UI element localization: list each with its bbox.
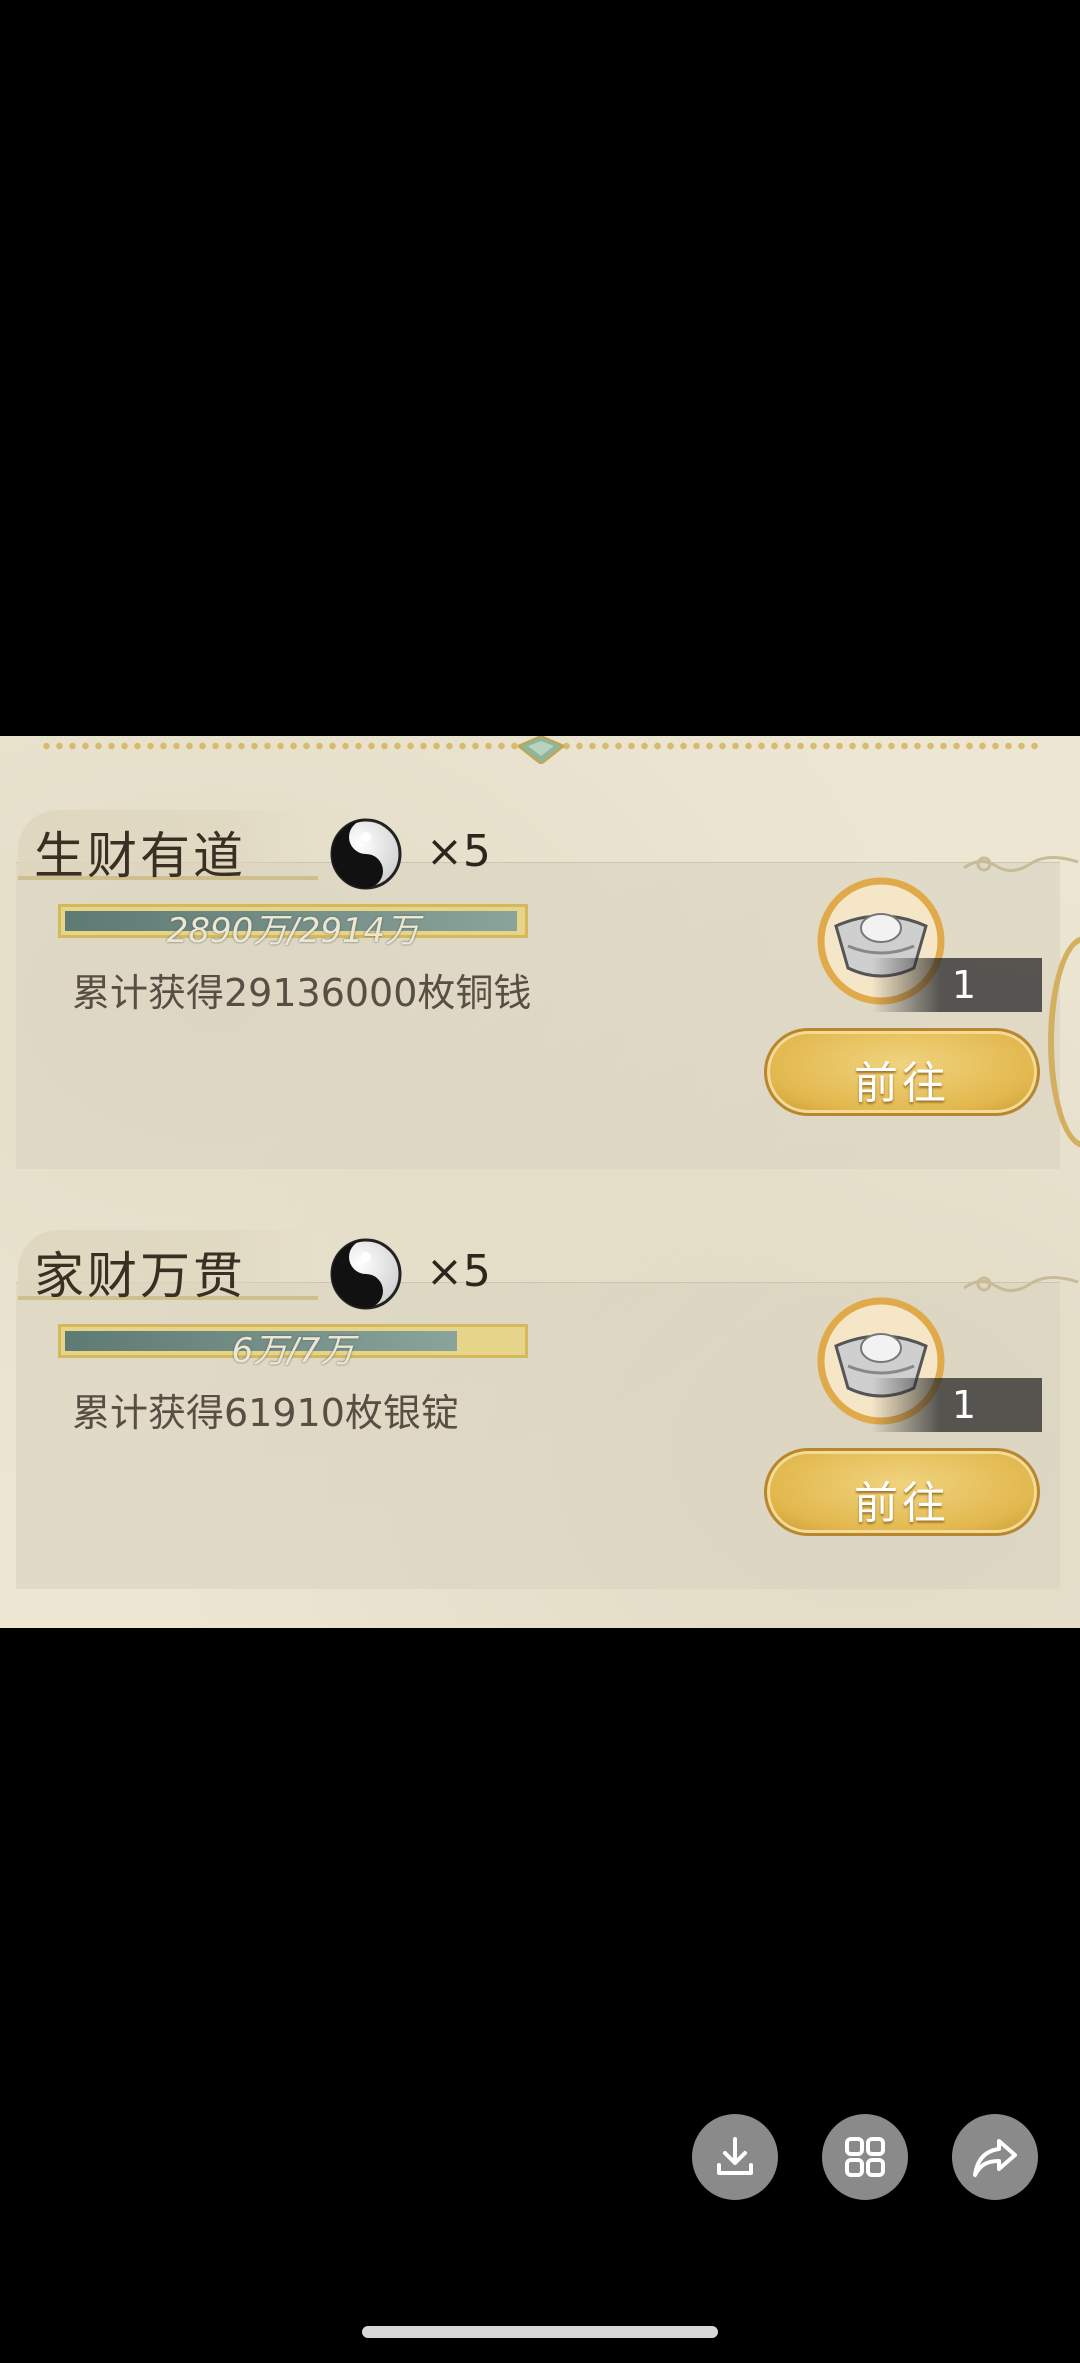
download-button[interactable] (692, 2114, 778, 2200)
grid-button[interactable] (822, 2114, 908, 2200)
task-card-1: 生财有道 ×5 2890万/2914万 累计获得29136000枚铜钱 1 前往 (0, 796, 1080, 1216)
reward-count: 1 (951, 963, 976, 1007)
go-button-label: 前往 (854, 1478, 950, 1529)
reward-count: 1 (951, 1383, 976, 1427)
reward-multiplier: ×5 (426, 826, 491, 877)
progress-text: 2890万/2914万 (166, 911, 420, 951)
grid-icon (845, 2137, 885, 2177)
task-panel: 生财有道 ×5 2890万/2914万 累计获得29136000枚铜钱 1 前往… (0, 736, 1080, 1628)
yin-yang-orb-icon (330, 1238, 402, 1310)
title-banner: 生财有道 (18, 810, 318, 885)
task-description: 累计获得29136000枚铜钱 (72, 971, 532, 1015)
cloud-swirl-decoration (963, 856, 1079, 872)
download-icon (717, 2137, 753, 2175)
task-description: 累计获得61910枚银锭 (72, 1391, 459, 1435)
title-banner: 家财万贯 (18, 1230, 318, 1305)
share-button[interactable] (952, 2114, 1038, 2200)
home-indicator[interactable] (362, 2326, 718, 2338)
share-icon (973, 2139, 1017, 2177)
go-button-label: 前往 (854, 1058, 950, 1109)
cloud-swirl-decoration (963, 1276, 1079, 1292)
task-title: 生财有道 (34, 827, 246, 885)
screen: 生财有道 ×5 2890万/2914万 累计获得29136000枚铜钱 1 前往… (0, 0, 1080, 2363)
reward-count-badge: 1 (872, 1378, 1042, 1432)
reward-multiplier: ×5 (426, 1246, 491, 1297)
reward-count-badge: 1 (872, 958, 1042, 1012)
progress-bar: 2890万/2914万 (58, 904, 528, 951)
progress-text: 6万/7万 (231, 1331, 355, 1371)
task-title: 家财万贯 (34, 1247, 246, 1305)
go-button[interactable]: 前往 (764, 1028, 1040, 1116)
top-gem-ornament (518, 736, 564, 764)
task-card-2: 家财万贯 ×5 6万/7万 累计获得61910枚银锭 1 前往 (0, 1216, 1080, 1628)
go-button[interactable]: 前往 (764, 1448, 1040, 1536)
yin-yang-orb-icon (330, 818, 402, 890)
progress-bar: 6万/7万 (58, 1324, 528, 1371)
